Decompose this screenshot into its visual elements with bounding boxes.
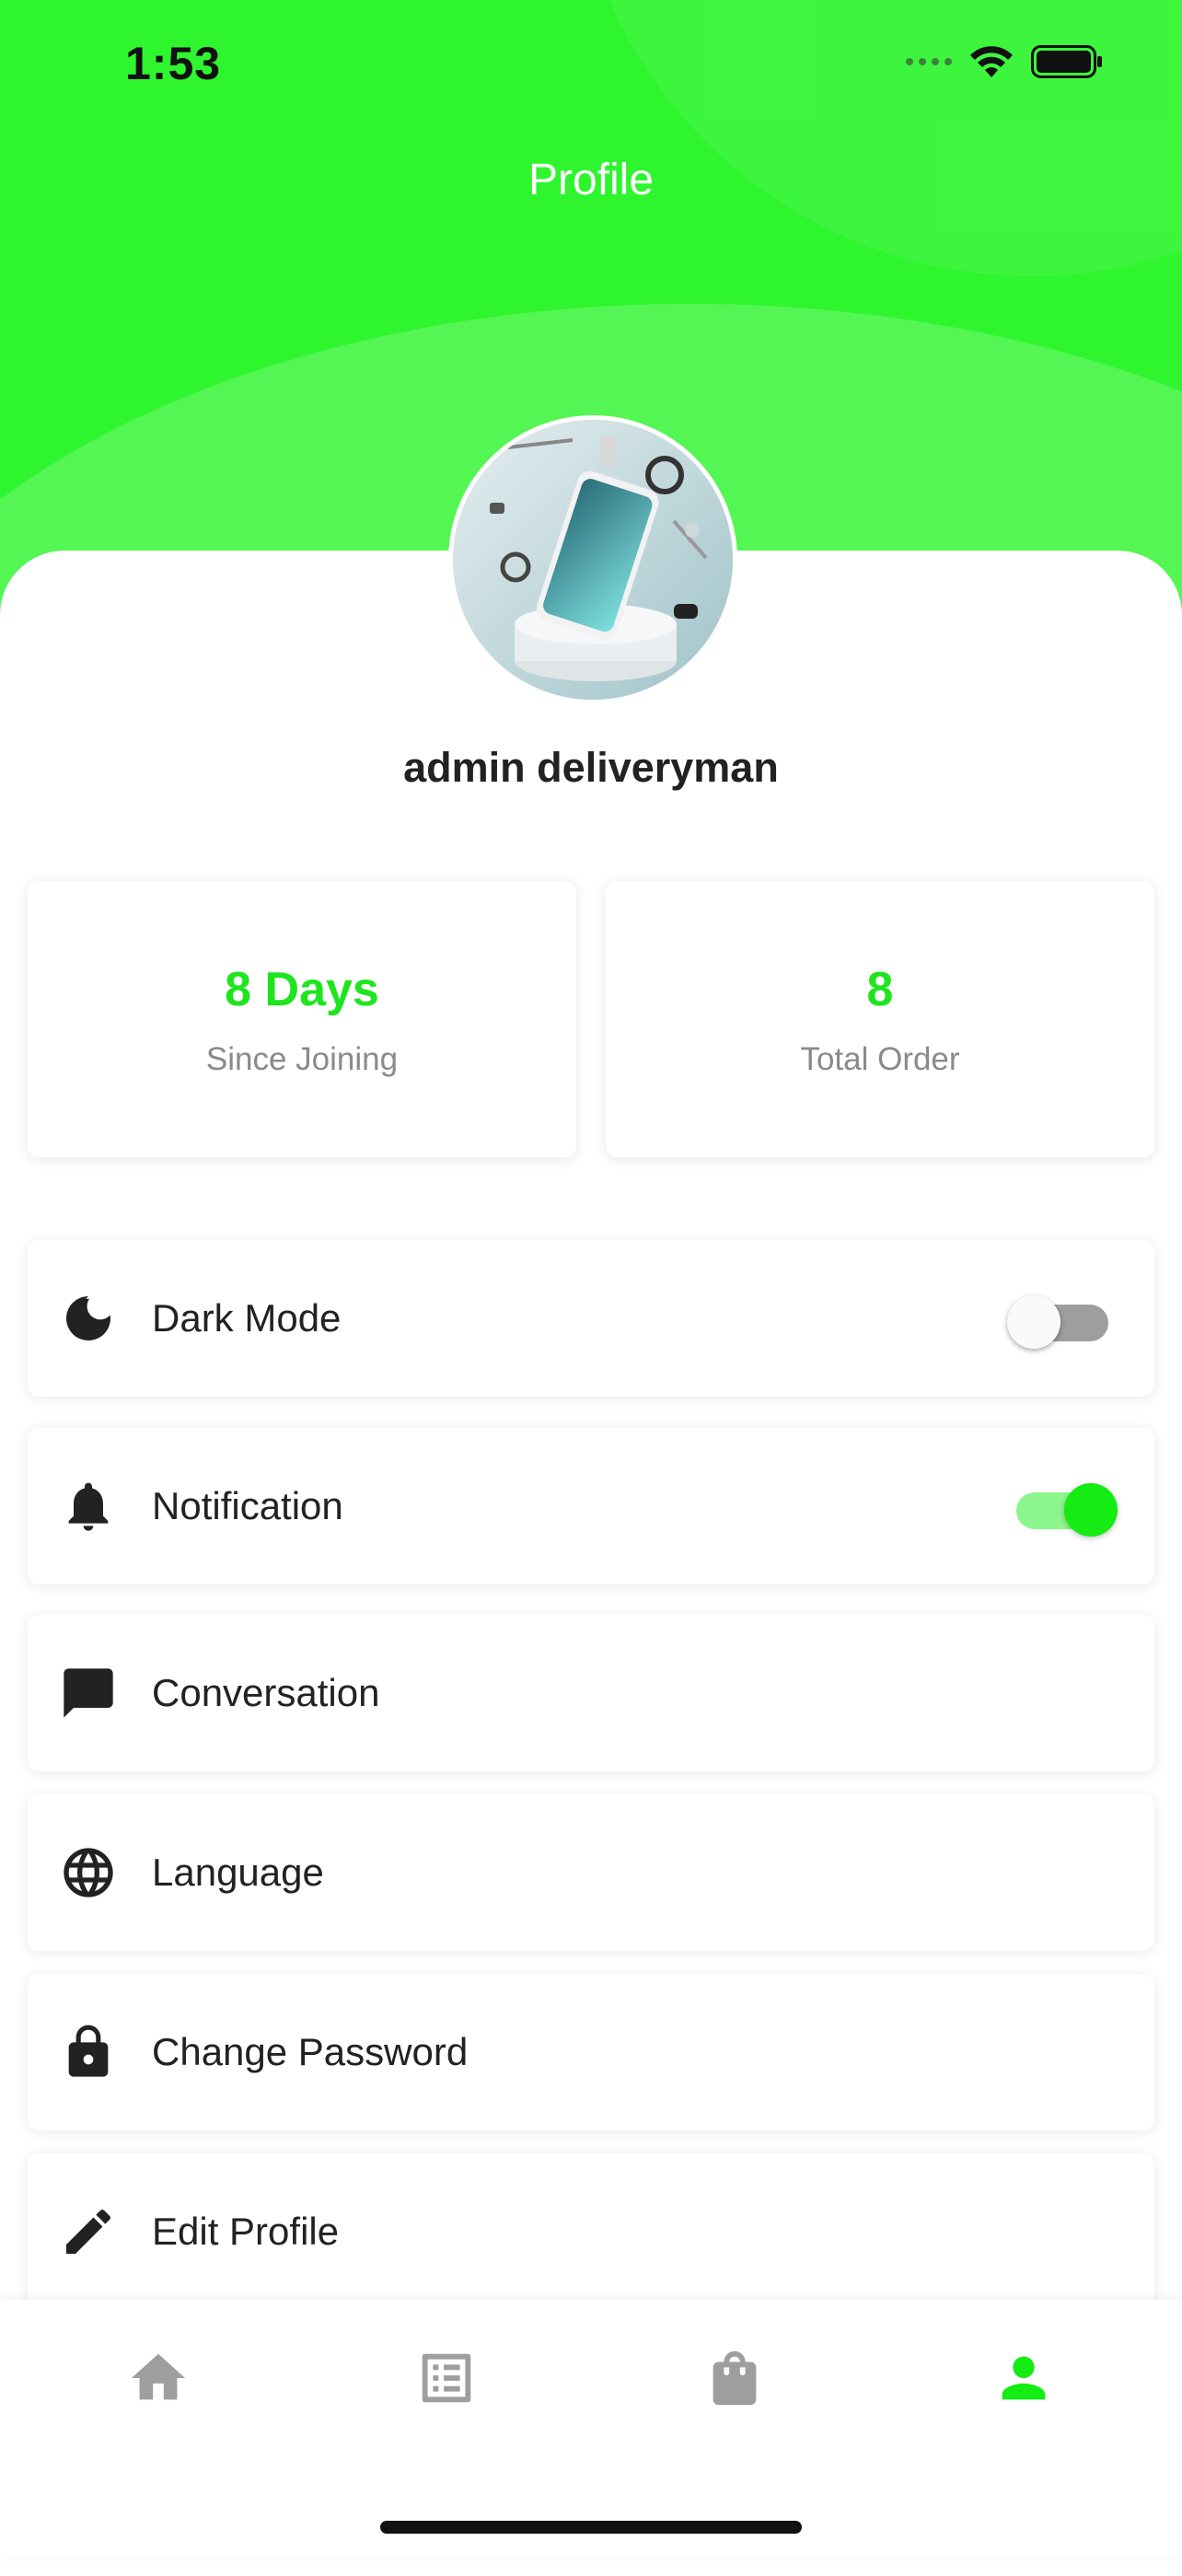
list-icon[interactable] <box>414 2346 479 2410</box>
lock-icon <box>68 2025 109 2077</box>
stat-value: 8 <box>866 963 894 1016</box>
menu-item-change-password[interactable]: Change Password <box>28 1974 1154 2130</box>
battery-icon <box>1031 45 1102 78</box>
moon-icon <box>66 1296 110 1340</box>
chat-icon <box>64 1668 113 1718</box>
avatar-image <box>453 420 733 700</box>
profile-name: admin deliveryman <box>403 744 779 791</box>
menu-item-edit-profile[interactable]: Edit Profile <box>28 2153 1154 2310</box>
menu-item-conversation[interactable]: Conversation <box>28 1615 1154 1771</box>
globe-icon <box>64 1848 113 1897</box>
stat-value: 8 Days <box>225 963 379 1016</box>
avatar[interactable] <box>448 415 737 704</box>
stat-card-total-order: 8 Total Order <box>606 881 1154 1157</box>
menu-item-label: Change Password <box>152 2030 469 2073</box>
dark-mode-toggle[interactable] <box>1007 1290 1118 1349</box>
header-decoration <box>571 0 1182 276</box>
bottom-navigation <box>0 2300 1182 2558</box>
menu-item-dark-mode[interactable]: Dark Mode <box>28 1240 1154 1397</box>
menu-item-label: Dark Mode <box>152 1296 342 1340</box>
shopping-bag-icon[interactable] <box>702 2346 767 2410</box>
home-icon[interactable] <box>126 2346 191 2410</box>
pencil-icon <box>66 2209 111 2254</box>
status-icons <box>906 44 1105 79</box>
home-indicator[interactable] <box>380 2521 802 2534</box>
menu-item-notification[interactable]: Notification <box>28 1428 1154 1584</box>
menu-item-label: Language <box>152 1851 324 1894</box>
menu-item-label: Conversation <box>152 1671 380 1714</box>
status-time: 1:53 <box>125 38 222 89</box>
menu-item-label: Notification <box>152 1484 343 1527</box>
signal-icon <box>906 58 952 65</box>
stat-card-since-joining: 8 Days Since Joining <box>28 881 576 1157</box>
menu-item-label: Edit Profile <box>152 2210 340 2253</box>
wifi-icon <box>970 46 1013 77</box>
page-title: Profile <box>527 156 655 204</box>
stat-label: Since Joining <box>205 1041 399 1077</box>
bell-icon <box>68 1482 109 1531</box>
stat-label: Total Order <box>800 1041 960 1077</box>
menu-item-language[interactable]: Language <box>28 1794 1154 1951</box>
person-icon[interactable] <box>991 2346 1056 2410</box>
toggle-knob <box>1064 1483 1118 1537</box>
notification-toggle[interactable] <box>1007 1478 1118 1537</box>
toggle-knob <box>1007 1295 1060 1349</box>
